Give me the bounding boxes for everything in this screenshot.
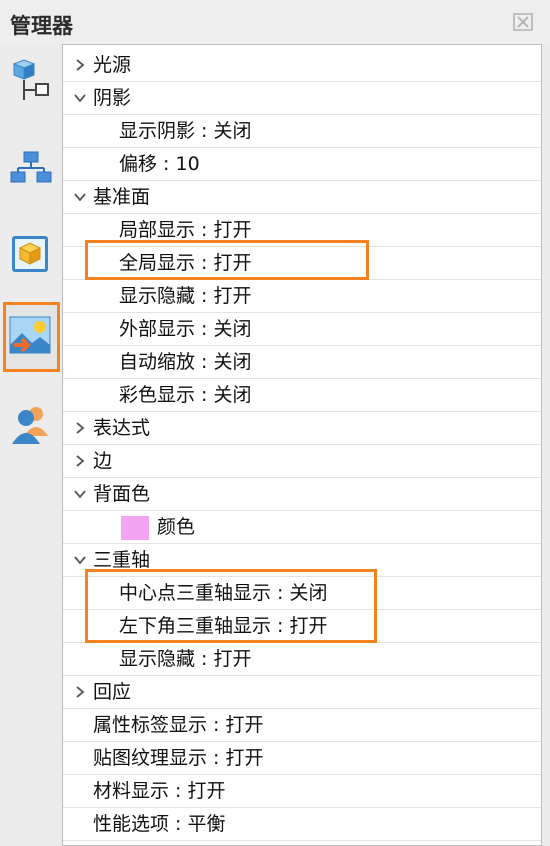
chevron-down-icon[interactable]	[73, 487, 87, 501]
tree-leaf[interactable]: 偏移 : 10	[63, 148, 541, 181]
color-swatch[interactable]	[121, 516, 149, 540]
tree-label: 表达式	[93, 417, 151, 439]
tree-node[interactable]: 表达式	[63, 412, 541, 445]
users-icon	[12, 407, 48, 444]
sidebar-item-hierarchy[interactable]	[6, 140, 56, 194]
tree-leaf[interactable]: 自动缩放 : 关闭	[63, 346, 541, 379]
property-tree: 光源阴影显示阴影 : 关闭 偏移 : 10 基准面局部显示 : 打开 全局显示 : 打…	[62, 44, 542, 846]
tree-label: 显示隐藏 : 打开	[119, 285, 252, 307]
title-bar: 管理器	[0, 0, 550, 44]
sidebar-item-users[interactable]	[6, 400, 56, 454]
chevron-right-icon[interactable]	[73, 58, 87, 72]
hierarchy-icon	[10, 151, 52, 183]
tree-leaf[interactable]: 中心点三重轴显示 : 关闭	[63, 577, 541, 610]
tree-leaf[interactable]: 显示隐藏 : 打开	[63, 643, 541, 676]
tree-label: 光源	[93, 54, 132, 76]
tree-label: 三重轴	[93, 549, 151, 571]
close-icon[interactable]	[513, 13, 533, 31]
tree-label: 全局显示 : 打开	[119, 252, 252, 274]
tree-label: 阴影	[93, 87, 132, 109]
scrollbar[interactable]	[542, 44, 550, 846]
tree-node[interactable]: 贴图纹理显示 : 打开	[63, 742, 541, 775]
tree-node[interactable]: 三重轴	[63, 544, 541, 577]
sidebar-item-model-tree[interactable]	[6, 56, 56, 110]
tree-label: 自动缩放 : 关闭	[119, 351, 252, 373]
tree-label: 材料显示 : 打开	[93, 780, 226, 802]
chevron-down-icon[interactable]	[73, 91, 87, 105]
tree-label: 回应	[93, 681, 132, 703]
tree-leaf[interactable]: 显示阴影 : 关闭	[63, 115, 541, 148]
window-title: 管理器	[10, 14, 73, 38]
tree-label: 边	[93, 450, 113, 472]
tree-label: 中心点三重轴显示 : 关闭	[119, 582, 328, 604]
tree-label: 背面色	[93, 483, 151, 505]
tree-leaf[interactable]: 颜色	[63, 511, 541, 544]
tree-node[interactable]: 背面色	[63, 478, 541, 511]
tree-node[interactable]: 属性标签显示 : 打开	[63, 709, 541, 742]
tree-label: 性能选项 : 平衡	[93, 813, 226, 835]
chevron-down-icon[interactable]	[73, 190, 87, 204]
tree-leaf[interactable]: 左下角三重轴显示 : 打开	[63, 610, 541, 643]
tree-label: 显示阴影 : 关闭	[119, 120, 252, 142]
tree-node[interactable]: 回应	[63, 676, 541, 709]
tree-node[interactable]: 边	[63, 445, 541, 478]
model-tree-icon	[12, 59, 49, 100]
tree-leaf[interactable]: 局部显示 : 打开	[63, 214, 541, 247]
sidebar-item-scene[interactable]	[3, 302, 60, 372]
tree-label: 基准面	[93, 186, 151, 208]
chevron-right-icon[interactable]	[73, 421, 87, 435]
tree-label: 属性标签显示 : 打开	[93, 714, 264, 736]
tree-label: 彩色显示 : 关闭	[119, 384, 252, 406]
sidebar	[0, 44, 62, 846]
tree-label: 显示隐藏 : 打开	[119, 648, 252, 670]
tree-node[interactable]: 阴影	[63, 82, 541, 115]
chevron-right-icon[interactable]	[73, 454, 87, 468]
tree-label: 左下角三重轴显示 : 打开	[119, 615, 328, 637]
tree-label: 偏移 : 10	[119, 153, 200, 175]
appearance-box-icon	[12, 236, 48, 272]
tree-leaf[interactable]: 彩色显示 : 关闭	[63, 379, 541, 412]
tree-label: 颜色	[157, 516, 196, 538]
sidebar-item-appearance[interactable]	[6, 228, 56, 282]
tree-leaf[interactable]: 显示隐藏 : 打开	[63, 280, 541, 313]
tree-label: 贴图纹理显示 : 打开	[93, 747, 264, 769]
tree-node[interactable]: 光源	[63, 49, 541, 82]
chevron-down-icon[interactable]	[73, 553, 87, 567]
chevron-right-icon[interactable]	[73, 685, 87, 699]
tree-node[interactable]: 材料显示 : 打开	[63, 775, 541, 808]
tree-leaf[interactable]: 全局显示 : 打开	[63, 247, 541, 280]
tree-node[interactable]: 性能选项 : 平衡	[63, 808, 541, 841]
tree-label: 外部显示 : 关闭	[119, 318, 252, 340]
tree-leaf[interactable]: 外部显示 : 关闭	[63, 313, 541, 346]
tree-node[interactable]: 基准面	[63, 181, 541, 214]
tree-label: 局部显示 : 打开	[119, 219, 252, 241]
scene-image-icon	[9, 316, 51, 354]
